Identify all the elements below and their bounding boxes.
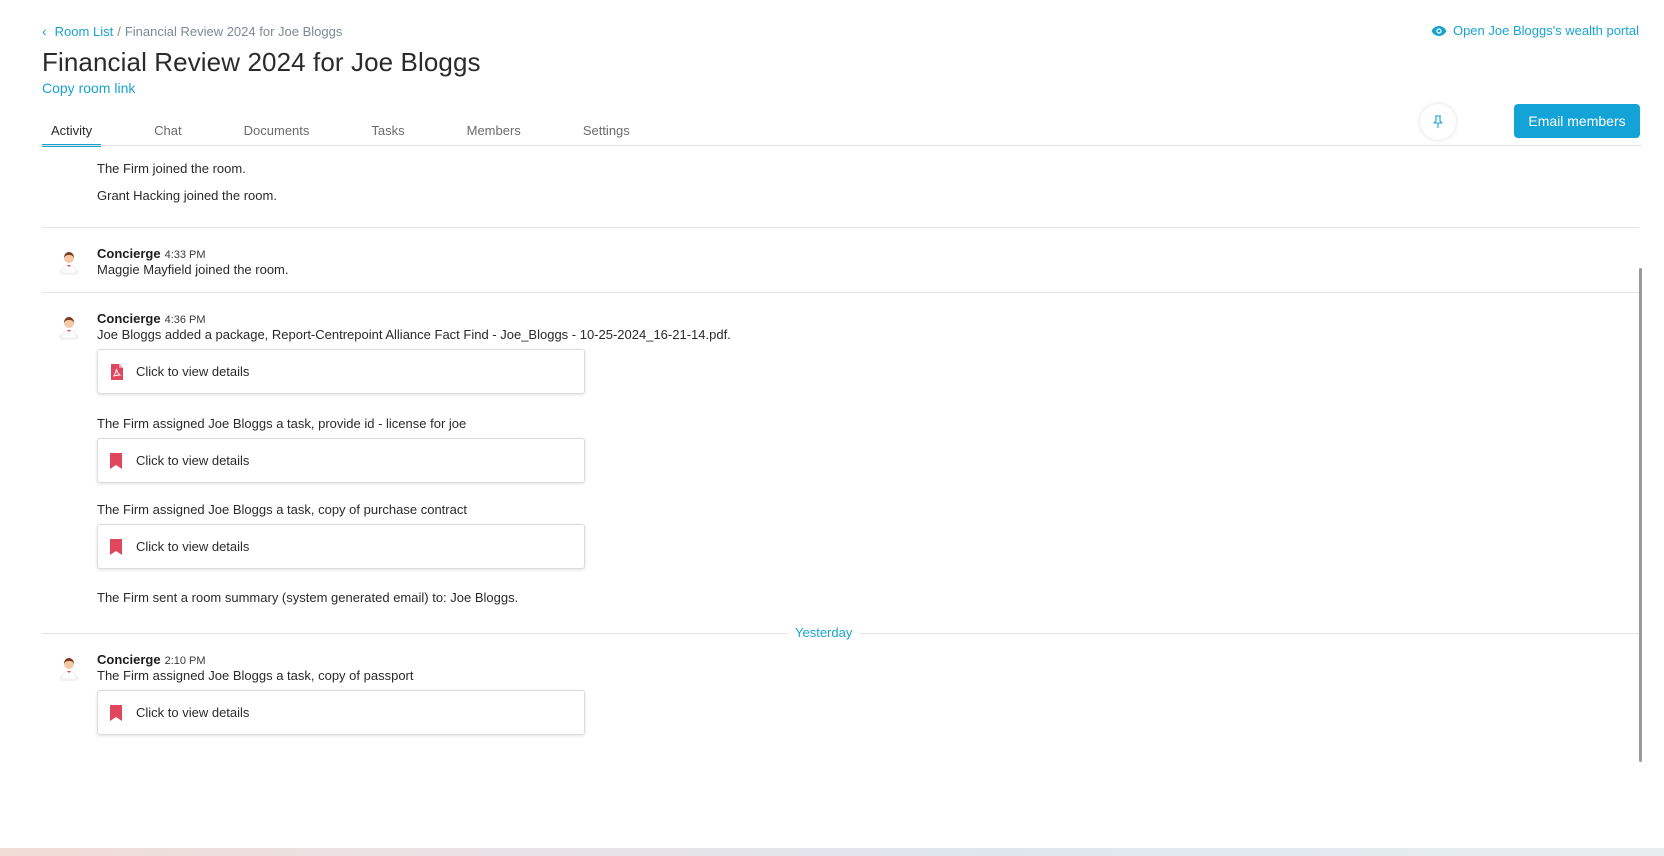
task-details-card[interactable]: Click to view details bbox=[97, 690, 585, 735]
message-author: Concierge bbox=[97, 246, 161, 261]
os-taskbar-edge bbox=[0, 848, 1664, 856]
message-text: The Firm sent a room summary (system gen… bbox=[97, 590, 519, 605]
breadcrumb-current: Financial Review 2024 for Joe Bloggs bbox=[124, 23, 343, 39]
bookmark-icon bbox=[108, 452, 124, 470]
email-members-button[interactable]: Email members bbox=[1514, 104, 1640, 138]
message-author: Concierge bbox=[97, 652, 161, 667]
card-label: Click to view details bbox=[136, 539, 250, 554]
task-details-card[interactable]: Click to view details bbox=[97, 438, 585, 483]
message-text: The Firm assigned Joe Bloggs a task, cop… bbox=[97, 502, 467, 517]
feed-scrollbar[interactable] bbox=[1639, 268, 1642, 762]
tab-members[interactable]: Members bbox=[458, 116, 530, 146]
pdf-icon bbox=[108, 363, 124, 381]
message-text: The Firm assigned Joe Bloggs a task, pro… bbox=[97, 416, 467, 431]
concierge-avatar bbox=[59, 252, 79, 275]
concierge-avatar bbox=[59, 317, 79, 340]
activity-line: The Firm joined the room. bbox=[97, 161, 246, 176]
card-label: Click to view details bbox=[136, 705, 250, 720]
feed-message: Concierge 2:10 PM The Firm assigned Joe B… bbox=[42, 633, 1642, 753]
message-header: Concierge 4:36 PM bbox=[97, 311, 206, 326]
tab-activity[interactable]: Activity bbox=[42, 116, 102, 147]
tab-chat[interactable]: Chat bbox=[145, 116, 190, 146]
open-wealth-portal-link[interactable]: Open Joe Bloggs's wealth portal bbox=[1431, 23, 1639, 38]
activity-line: Grant Hacking joined the room. bbox=[97, 188, 277, 203]
feed-message: Concierge 4:33 PM Maggie Mayfield joined … bbox=[42, 227, 1642, 292]
breadcrumb: ‹ Room List / Financial Review 2024 for … bbox=[42, 23, 342, 39]
message-time: 4:36 PM bbox=[164, 314, 206, 326]
breadcrumb-separator: / bbox=[117, 23, 121, 39]
message-text: The Firm assigned Joe Bloggs a task, cop… bbox=[97, 668, 414, 683]
card-label: Click to view details bbox=[136, 453, 250, 468]
message-header: Concierge 2:10 PM bbox=[97, 652, 206, 667]
message-text: Joe Bloggs added a package, Report-Centr… bbox=[97, 327, 731, 342]
copy-room-link[interactable]: Copy room link bbox=[42, 80, 135, 96]
message-text: Maggie Mayfield joined the room. bbox=[97, 262, 289, 277]
bookmark-icon bbox=[108, 538, 124, 556]
message-time: 4:33 PM bbox=[164, 249, 206, 261]
pin-button[interactable] bbox=[1420, 104, 1456, 140]
tab-documents[interactable]: Documents bbox=[235, 116, 319, 146]
card-label: Click to view details bbox=[136, 364, 250, 379]
tab-settings[interactable]: Settings bbox=[574, 116, 639, 146]
open-wealth-portal-label: Open Joe Bloggs's wealth portal bbox=[1452, 23, 1639, 38]
message-author: Concierge bbox=[97, 311, 161, 326]
pin-icon bbox=[1433, 115, 1443, 128]
eye-icon bbox=[1431, 25, 1447, 36]
bookmark-icon bbox=[108, 704, 124, 722]
task-details-card[interactable]: Click to view details bbox=[97, 524, 585, 569]
room-tabs: Activity Chat Documents Tasks Members Se… bbox=[42, 116, 683, 147]
chevron-left-icon[interactable]: ‹ bbox=[42, 23, 47, 39]
concierge-avatar bbox=[59, 658, 79, 681]
message-time: 2:10 PM bbox=[164, 655, 206, 667]
activity-feed: The Firm joined the room. Grant Hacking … bbox=[42, 146, 1642, 776]
breadcrumb-room-list-link[interactable]: Room List bbox=[55, 24, 114, 39]
message-header: Concierge 4:33 PM bbox=[97, 246, 206, 261]
page-title: Financial Review 2024 for Joe Bloggs bbox=[42, 47, 481, 77]
feed-message: Concierge 4:36 PM Joe Bloggs added a pack… bbox=[42, 292, 1642, 622]
package-details-card[interactable]: Click to view details bbox=[97, 349, 585, 394]
tab-tasks[interactable]: Tasks bbox=[362, 116, 413, 146]
